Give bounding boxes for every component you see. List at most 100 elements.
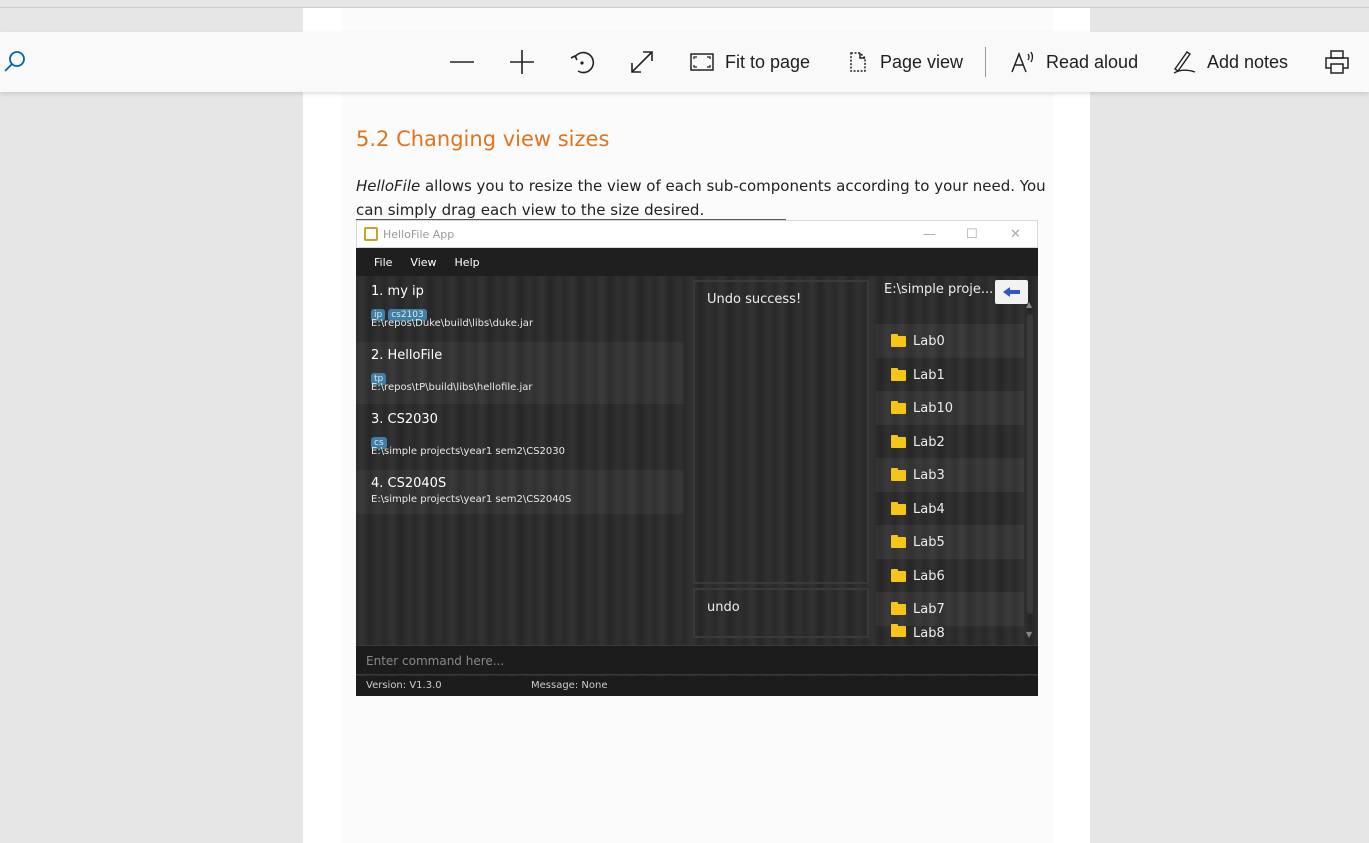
zoom-out-button[interactable] — [449, 32, 475, 92]
command-placeholder: Enter command here... — [366, 654, 505, 668]
minimize-icon: — — [923, 227, 936, 242]
maximize-icon: ☐ — [966, 227, 978, 242]
folder-icon — [891, 333, 906, 347]
list-item: 4. CS2040S E:\simple projects\year1 sem2… — [356, 470, 684, 514]
back-button — [995, 280, 1028, 304]
search-button[interactable] — [2, 32, 28, 92]
scroll-down-icon: ▼ — [1026, 630, 1033, 639]
pdf-toolbar: Fit to page Page view Read aloud Add not… — [0, 32, 1369, 92]
page-view-label: Page view — [880, 51, 964, 72]
folder-scrollbar: ▲ ▼ — [1025, 300, 1035, 640]
current-directory: E:\simple proje... — [884, 282, 994, 297]
list-item: 2. HelloFile tp E:\repos\tP\build\libs\h… — [356, 342, 684, 404]
close-icon: ✕ — [1010, 227, 1021, 242]
app-menubar: File View Help — [356, 248, 1038, 276]
folder-icon — [891, 568, 906, 582]
read-aloud-label: Read aloud — [1046, 51, 1139, 72]
zoom-in-button[interactable] — [509, 32, 535, 92]
app-titlebar: HelloFile App — ☐ ✕ — [356, 220, 1038, 248]
page-icon — [850, 52, 866, 72]
search-icon — [4, 51, 25, 72]
result-display: Undo success! — [693, 280, 869, 584]
rotate-button[interactable] — [569, 32, 595, 92]
item-name: 2. HelloFile — [371, 348, 443, 363]
status-bar: Version: V1.3.0 Message: None — [356, 676, 1038, 696]
menu-file: File — [374, 255, 393, 269]
item-name: 1. my ip — [371, 284, 424, 299]
directory-panel: E:\simple proje... Lab0 Lab1 Lab10 Lab2 … — [876, 276, 1038, 641]
folder-icon — [891, 400, 906, 414]
plus-icon — [510, 50, 534, 74]
folder-icon — [891, 624, 906, 637]
toolbar-separator — [985, 47, 986, 77]
page-view-button[interactable]: Page view — [846, 32, 963, 92]
menu-view: View — [410, 255, 437, 269]
folder-name: Lab6 — [913, 568, 945, 584]
scroll-thumb — [1027, 314, 1033, 614]
menu-help: Help — [454, 255, 480, 269]
app-logo-icon — [364, 227, 378, 241]
rotate-icon — [570, 51, 595, 74]
item-path: E:\repos\tP\build\libs\hellofile.jar — [371, 382, 533, 393]
folder-icon — [891, 434, 906, 448]
folder-item: Lab5 — [876, 525, 1024, 559]
bookmark-list: 1. my ip ip cs2103 E:\repos\Duke\build\li… — [356, 276, 684, 641]
folder-name: Lab4 — [913, 501, 945, 517]
folder-icon — [891, 501, 906, 515]
fit-to-page-button[interactable]: Fit to page — [689, 32, 810, 92]
item-path: E:\simple projects\year1 sem2\CS2040S — [371, 494, 572, 505]
last-command: undo — [707, 600, 740, 615]
pen-icon — [1173, 51, 1196, 74]
hellofile-screenshot: HelloFile App — ☐ ✕ File View Help 1. my… — [356, 220, 1038, 696]
print-button[interactable] — [1324, 32, 1350, 92]
section-heading: 5.2 Changing view sizes — [356, 127, 610, 151]
arrow-left-icon — [1002, 287, 1020, 297]
expand-icon — [631, 51, 653, 73]
result-text: Undo success! — [707, 292, 802, 307]
fit-page-icon — [690, 53, 714, 71]
version-text: Version: V1.3.0 — [366, 680, 442, 691]
add-notes-button[interactable]: Add notes — [1171, 32, 1288, 92]
app-title: HelloFile App — [383, 227, 455, 241]
fullscreen-button[interactable] — [629, 32, 655, 92]
folder-name: Lab8 — [913, 626, 945, 641]
fit-to-page-label: Fit to page — [725, 51, 811, 72]
read-aloud-button[interactable]: Read aloud — [1010, 32, 1138, 92]
section-paragraph: HelloFile allows you to resize the view … — [356, 174, 1046, 222]
folder-name: Lab1 — [913, 367, 945, 383]
folder-name: Lab10 — [913, 400, 954, 416]
item-path: E:\simple projects\year1 sem2\CS2030 — [371, 446, 565, 457]
folder-icon — [891, 534, 906, 548]
list-item: 1. my ip ip cs2103 E:\repos\Duke\build\li… — [356, 284, 684, 340]
message-text: Message: None — [531, 680, 608, 691]
folder-item: Lab8 — [876, 624, 1024, 641]
folder-item: Lab6 — [876, 559, 1024, 593]
list-item: 3. CS2030 cs E:\simple projects\year1 se… — [356, 412, 684, 468]
folder-item: Lab3 — [876, 458, 1024, 492]
command-box: Enter command here... — [356, 645, 1038, 675]
folder-icon — [891, 467, 906, 481]
folder-name: Lab3 — [913, 467, 945, 483]
folder-item: Lab2 — [876, 425, 1024, 459]
folder-item: Lab10 — [876, 391, 1024, 425]
item-name: 4. CS2040S — [371, 476, 447, 491]
app-name-italic: HelloFile — [356, 177, 421, 195]
command-history: undo — [693, 588, 869, 638]
read-aloud-icon — [1011, 51, 1034, 73]
scroll-up-icon: ▲ — [1026, 300, 1033, 309]
folder-icon — [891, 367, 906, 381]
item-name: 3. CS2030 — [371, 412, 438, 427]
printer-icon — [1325, 50, 1349, 74]
paragraph-text: allows you to resize the view of each su… — [356, 177, 1046, 219]
folder-name: Lab2 — [913, 434, 945, 450]
folder-icon — [891, 601, 906, 615]
minus-icon — [450, 61, 474, 63]
folder-item: Lab4 — [876, 492, 1024, 526]
folder-name: Lab7 — [913, 601, 945, 617]
folder-item: Lab1 — [876, 358, 1024, 392]
add-notes-label: Add notes — [1207, 51, 1289, 72]
folder-name: Lab5 — [913, 534, 945, 550]
item-path: E:\repos\Duke\build\libs\duke.jar — [371, 318, 534, 329]
folder-name: Lab0 — [913, 333, 945, 349]
window-top-edge — [0, 0, 1369, 8]
